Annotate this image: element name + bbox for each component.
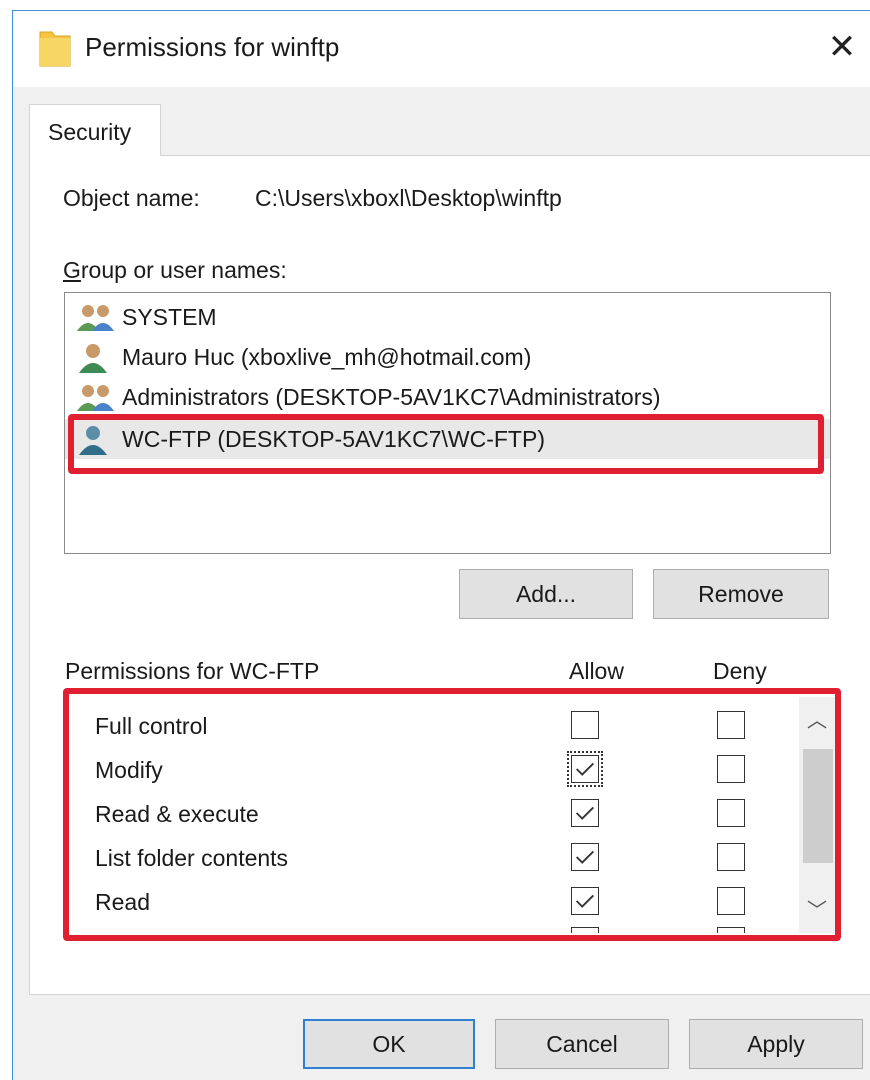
- ok-button[interactable]: OK: [303, 1019, 475, 1069]
- permission-name: Read & execute: [95, 801, 259, 827]
- add-button-label: Add...: [515, 581, 577, 607]
- scroll-up-icon[interactable]: ︿: [799, 703, 835, 739]
- deny-checkbox[interactable]: [717, 711, 745, 739]
- permission-row: Read: [65, 881, 835, 925]
- add-button[interactable]: Add...: [459, 569, 633, 619]
- group-names-label-accesskey: G: [63, 257, 81, 283]
- object-name-value: C:\Users\xboxl\Desktop\winftp: [255, 185, 562, 211]
- scroll-down-icon[interactable]: ﹀: [799, 893, 835, 929]
- list-item-wc-ftp[interactable]: WC-FTP (DESKTOP-5AV1KC7\WC-FTP): [65, 419, 830, 459]
- allow-checkbox[interactable]: [567, 751, 603, 787]
- permission-row: List folder contents: [65, 837, 835, 881]
- list-item-mauro[interactable]: Mauro Huc (xboxlive_mh@hotmail.com): [65, 337, 830, 377]
- permissions-label: Permissions for WC-FTP: [65, 658, 320, 684]
- user-name: SYSTEM: [122, 304, 217, 330]
- permissions-list[interactable]: Full control Modify Read & execute List …: [65, 697, 835, 933]
- folder-icon: [39, 31, 71, 67]
- check-icon: [575, 762, 595, 776]
- allow-checkbox[interactable]: [571, 843, 599, 871]
- group-names-label: Group or user names:: [63, 257, 287, 284]
- scrollbar-thumb[interactable]: [803, 749, 833, 863]
- cancel-button[interactable]: Cancel: [495, 1019, 669, 1069]
- apply-button[interactable]: Apply: [689, 1019, 863, 1069]
- allow-column-header: Allow: [569, 658, 624, 684]
- list-item-system[interactable]: SYSTEM: [65, 297, 830, 337]
- permission-row: Modify: [65, 749, 835, 793]
- deny-checkbox[interactable]: [717, 887, 745, 915]
- group-users-icon: [77, 305, 114, 331]
- permissions-dialog: Permissions for winftp ✕ Security Object…: [12, 10, 870, 1080]
- check-icon: [575, 806, 595, 820]
- user-name: WC-FTP (DESKTOP-5AV1KC7\WC-FTP): [122, 426, 545, 452]
- tab-security[interactable]: Security: [29, 104, 161, 156]
- dialog-title: Permissions for winftp: [85, 32, 340, 62]
- ok-button-label: OK: [372, 1031, 406, 1057]
- object-name-label: Object name:: [63, 185, 200, 211]
- deny-checkbox[interactable]: [717, 927, 745, 933]
- permission-row: Full control: [65, 705, 835, 749]
- permission-row: Read & execute: [65, 793, 835, 837]
- deny-column-header: Deny: [713, 658, 767, 684]
- allow-checkbox[interactable]: [571, 887, 599, 915]
- user-name: Administrators (DESKTOP-5AV1KC7\Administ…: [122, 384, 661, 410]
- cancel-button-label: Cancel: [546, 1031, 618, 1057]
- check-icon: [575, 894, 595, 908]
- allow-checkbox[interactable]: [571, 927, 599, 933]
- remove-button[interactable]: Remove: [653, 569, 829, 619]
- deny-checkbox[interactable]: [717, 799, 745, 827]
- permission-name: Full control: [95, 713, 208, 739]
- deny-checkbox[interactable]: [717, 843, 745, 871]
- group-users-icon: [77, 385, 114, 411]
- permission-name: Read: [95, 889, 150, 915]
- tab-security-label: Security: [48, 119, 132, 145]
- allow-checkbox[interactable]: [571, 711, 599, 739]
- permission-row-partial: [65, 925, 835, 933]
- apply-button-label: Apply: [747, 1031, 805, 1057]
- check-icon: [575, 850, 595, 864]
- user-icon: [79, 426, 107, 455]
- user-icon: [79, 344, 107, 373]
- group-user-list[interactable]: SYSTEM Mauro Huc (xboxlive_mh@hotmail.co…: [64, 292, 831, 554]
- permission-name: List folder contents: [95, 845, 289, 871]
- group-names-label-text: roup or user names:: [80, 257, 287, 283]
- title-bar: Permissions for winftp ✕: [13, 11, 870, 87]
- allow-checkbox[interactable]: [571, 799, 599, 827]
- user-name: Mauro Huc (xboxlive_mh@hotmail.com): [122, 344, 532, 370]
- close-button[interactable]: ✕: [820, 25, 864, 69]
- remove-button-label: Remove: [698, 581, 784, 607]
- list-item-administrators[interactable]: Administrators (DESKTOP-5AV1KC7\Administ…: [65, 377, 830, 417]
- permission-name: Modify: [95, 757, 163, 783]
- deny-checkbox[interactable]: [717, 755, 745, 783]
- permissions-scrollbar[interactable]: ︿ ﹀: [799, 697, 835, 933]
